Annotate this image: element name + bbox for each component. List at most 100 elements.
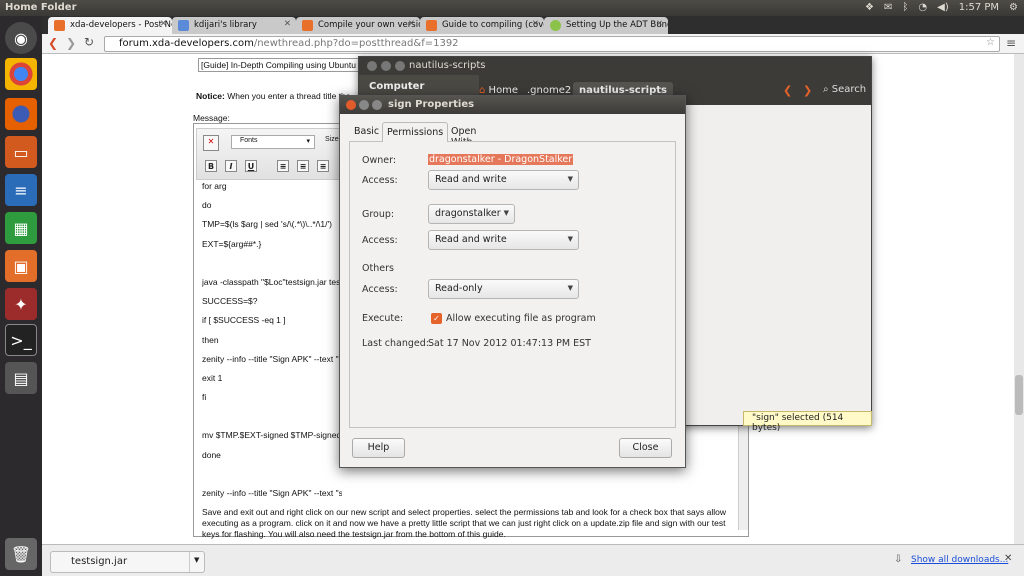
minimize-icon[interactable] [381, 61, 391, 71]
forward-icon[interactable]: ❯ [66, 36, 76, 50]
underline-button[interactable]: U [245, 160, 257, 172]
search-icon[interactable]: ⌕ Search [823, 84, 866, 95]
nautilus-title: nautilus-scripts [409, 60, 486, 71]
last-changed-value: Sat 17 Nov 2012 01:47:13 PM EST [428, 338, 591, 349]
reload-icon[interactable]: ↻ [84, 35, 94, 49]
code-line[interactable] [202, 411, 342, 430]
close-button[interactable]: Close [619, 438, 672, 458]
software-center-icon[interactable]: ▣ [5, 250, 37, 282]
bold-button[interactable]: B [205, 160, 217, 172]
align-left-icon[interactable]: ≡ [277, 160, 289, 172]
code-line[interactable]: zenity --info --title "Sign APK" --text … [202, 488, 342, 507]
close-icon[interactable] [367, 61, 377, 71]
code-line[interactable] [202, 258, 342, 277]
terminal-icon[interactable]: >_ [5, 324, 37, 356]
network-icon[interactable]: ◔ [918, 2, 927, 13]
trash-icon[interactable]: 🗑 [5, 538, 37, 570]
forward-icon[interactable]: ❯ [803, 84, 812, 97]
close-icon: ✕ [159, 19, 167, 29]
address-bar[interactable]: forum.xda-developers.com/newthread.php?d… [104, 36, 1000, 52]
code-line[interactable]: do [202, 200, 342, 219]
code-line[interactable]: EXT=${arg##*.} [202, 239, 342, 258]
code-line[interactable]: java -classpath "$Loc"testsign.jar tes [202, 277, 342, 296]
code-line[interactable]: for arg [202, 181, 342, 200]
others-access-select[interactable]: Read-only ▼ [428, 279, 579, 299]
group-label: Group: [362, 209, 395, 220]
italic-button[interactable]: I [225, 160, 237, 172]
tab-guide[interactable]: Guide to compiling (covers✕ [420, 17, 544, 34]
close-icon: ✕ [283, 19, 291, 29]
menu-icon[interactable]: ≡ [1006, 36, 1016, 50]
show-all-downloads-link[interactable]: Show all downloads... [911, 555, 1008, 565]
thread-title-input[interactable]: [Guide] In-Depth Compiling using Ubuntu … [198, 58, 368, 72]
sidebar-heading[interactable]: Computer [369, 81, 424, 92]
back-icon[interactable]: ❮ [48, 36, 58, 50]
code-line[interactable]: fi [202, 392, 342, 411]
settings-icon[interactable]: ✦ [5, 288, 37, 320]
calc-icon[interactable]: ▦ [5, 212, 37, 244]
tab-bar: xda-developers - Post New ✕ kdijari's lib… [42, 16, 1024, 34]
align-center-icon[interactable]: ≡ [297, 160, 309, 172]
group-select[interactable]: dragonstalker ▼ [428, 204, 515, 224]
maximize-icon[interactable] [395, 61, 405, 71]
dropdown-arrow-icon[interactable]: ▼ [189, 552, 199, 572]
dropdown-arrow-icon: ▼ [503, 209, 509, 217]
bookmark-star-icon[interactable]: ☆ [986, 37, 995, 48]
tab-permissions[interactable]: Permissions [382, 122, 449, 142]
code-line[interactable]: SUCCESS=$? [202, 296, 342, 315]
code-line[interactable]: mv $TMP.$EXT-signed $TMP-signed [202, 430, 342, 449]
download-item[interactable]: testsign.jar ▼ [50, 551, 205, 573]
code-line[interactable]: done [202, 450, 342, 469]
power-icon[interactable]: ⚙ [1009, 2, 1018, 13]
dropbox-icon[interactable]: ❖ [865, 2, 874, 13]
page-scrollbar-thumb[interactable] [1015, 375, 1023, 415]
code-line[interactable]: exit 1 [202, 373, 342, 392]
mail-icon[interactable]: ✉ [884, 2, 892, 13]
tab-library[interactable]: kdijari's library ✕ [172, 17, 296, 34]
align-right-icon[interactable]: ≡ [317, 160, 329, 172]
chrome-icon[interactable] [5, 58, 37, 90]
workspace-icon[interactable]: ▤ [5, 362, 37, 394]
system-tray[interactable]: ❖ ✉ ᛒ ◔ ◀) 1:57 PM ⚙ [865, 2, 1018, 13]
downloads-bar: testsign.jar ▼ ⇩ Show all downloads... ✕ [42, 544, 1024, 576]
close-icon[interactable] [346, 100, 356, 110]
notice: Notice: When you enter a thread title th… [196, 91, 351, 101]
permissions-panel: Owner: dragonstalker - DragonStalker Acc… [349, 141, 676, 428]
help-button[interactable]: Help [352, 438, 405, 458]
files-icon[interactable]: ▭ [5, 136, 37, 168]
owner-access-select[interactable]: Read and write ▼ [428, 170, 579, 190]
minimize-icon[interactable] [359, 100, 369, 110]
close-icon[interactable]: ✕ [1004, 553, 1012, 564]
back-icon[interactable]: ❮ [783, 84, 792, 97]
writer-icon[interactable]: ≡ [5, 174, 37, 206]
firefox-icon[interactable] [5, 98, 37, 130]
owner-access-label: Access: [362, 175, 398, 186]
code-block[interactable]: for arg do TMP=$(ls $arg | sed 's/\(.*\)\.… [202, 181, 342, 507]
tab-xda-post[interactable]: xda-developers - Post New ✕ [48, 17, 172, 34]
remove-format-icon[interactable]: ✕ [203, 135, 219, 151]
size-select[interactable]: Size [325, 136, 339, 143]
tab-adt[interactable]: Setting Up the ADT Bundl ✕ [544, 17, 668, 34]
clock[interactable]: 1:57 PM [959, 2, 999, 13]
execute-checkbox[interactable]: ✓ [431, 313, 442, 324]
dash-icon[interactable]: ◉ [5, 22, 37, 54]
browser-toolbar: ❮ ❯ ↻ forum.xda-developers.com/newthread… [42, 34, 1024, 54]
font-select[interactable]: Fonts ▾ [231, 135, 315, 149]
tab-basic[interactable]: Basic [350, 122, 383, 142]
execute-checkbox-label[interactable]: Allow executing file as program [446, 313, 596, 324]
tab-open-with[interactable]: Open With [447, 122, 480, 148]
group-access-select[interactable]: Read and write ▼ [428, 230, 579, 250]
bluetooth-icon[interactable]: ᛒ [902, 2, 908, 13]
code-line[interactable]: zenity --info --title "Sign APK" --text … [202, 354, 342, 373]
tab-compile[interactable]: Compile your own version ✕ [296, 17, 420, 34]
maximize-icon[interactable] [372, 100, 382, 110]
code-line[interactable]: TMP=$(ls $arg | sed 's/\(.*\)\..*/\1/') [202, 219, 342, 238]
volume-icon[interactable]: ◀) [937, 2, 949, 13]
editor-scrollbar[interactable] [738, 425, 748, 530]
code-line[interactable]: then [202, 335, 342, 354]
message-paragraph[interactable]: Save and exit out and right click on our… [202, 507, 732, 540]
page-scrollbar[interactable] [1014, 54, 1024, 544]
owner-value[interactable]: dragonstalker - DragonStalker [428, 154, 574, 165]
code-line[interactable] [202, 469, 342, 488]
code-line[interactable]: if [ $SUCCESS -eq 1 ] [202, 315, 342, 334]
